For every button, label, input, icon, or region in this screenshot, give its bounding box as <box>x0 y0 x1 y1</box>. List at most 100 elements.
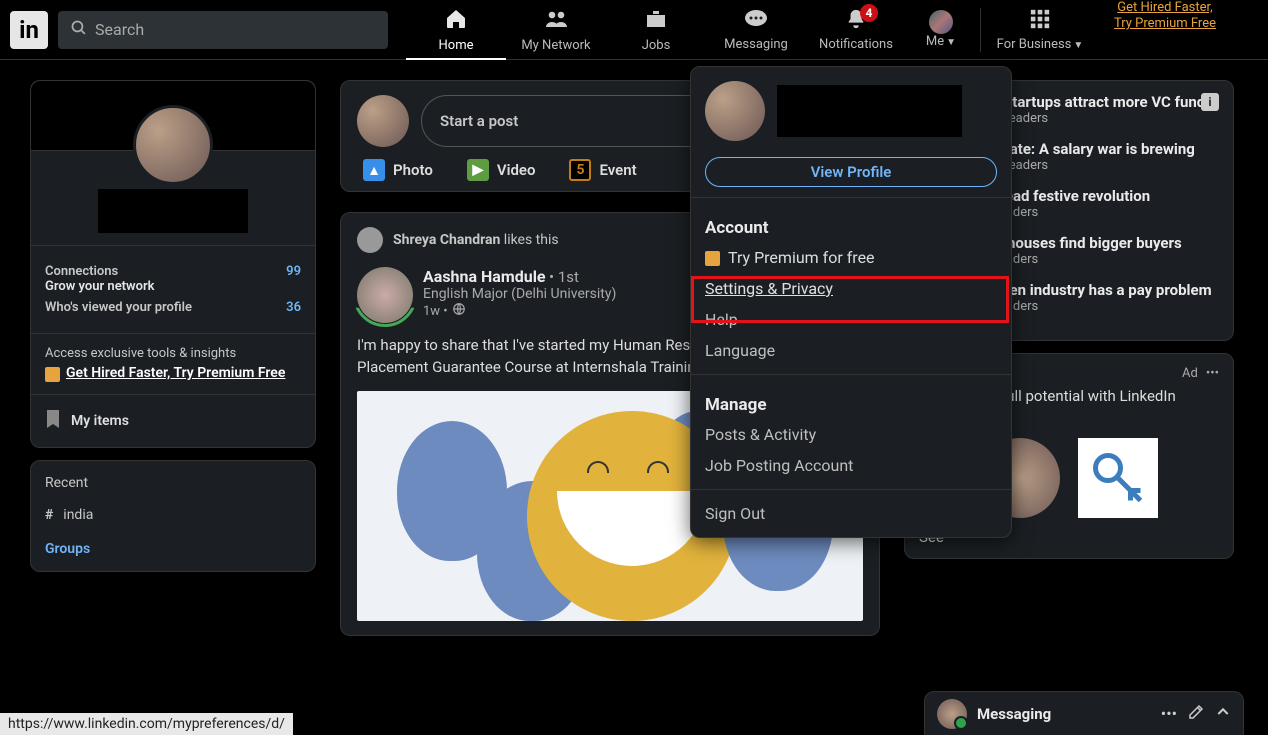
job-posting-link[interactable]: Job Posting Account <box>691 450 1011 481</box>
my-items-label: My items <box>71 413 129 429</box>
premium-line1: Get Hired Faster, <box>1095 0 1235 16</box>
viewed-count: 36 <box>286 300 301 315</box>
nav-messaging-label: Messaging <box>724 37 788 52</box>
info-icon[interactable]: i <box>1201 93 1219 111</box>
posts-activity-link[interactable]: Posts & Activity <box>691 419 1011 450</box>
ad-menu-icon[interactable]: ••• <box>1206 366 1219 381</box>
profile-views-row[interactable]: Who's viewed your profile 36 <box>45 300 301 315</box>
profile-avatar[interactable] <box>133 105 213 185</box>
key-icon <box>1078 438 1158 518</box>
nav-jobs[interactable]: Jobs <box>606 0 706 60</box>
nav-me-label: Me <box>926 34 944 49</box>
photo-label: Photo <box>393 161 433 179</box>
messaging-bar[interactable]: Messaging ••• <box>924 691 1244 735</box>
posts-label: Posts & Activity <box>705 425 816 444</box>
language-link[interactable]: Language <box>691 335 1011 366</box>
recent-header: Recent <box>45 475 301 491</box>
event-label: Event <box>599 161 636 179</box>
jobposting-label: Job Posting Account <box>705 456 853 475</box>
home-icon <box>444 7 468 36</box>
photo-icon: ▲ <box>363 159 385 181</box>
my-items-link[interactable]: My items <box>31 394 315 447</box>
connections-row[interactable]: Connections Grow your network 99 <box>45 264 301 294</box>
premium-intro: Access exclusive tools & insights <box>45 346 301 361</box>
nav-home-label: Home <box>439 38 474 53</box>
nav-notifications-label: Notifications <box>819 37 893 52</box>
recent-card: Recent # india Groups <box>30 460 316 572</box>
highlight-annotation <box>691 276 1009 323</box>
author-avatar <box>357 267 413 323</box>
dropdown-section-manage: Manage <box>691 383 1011 419</box>
author-degree: • 1st <box>549 268 579 286</box>
profile-card: Connections Grow your network 99 Who's v… <box>30 80 316 448</box>
nav-business-label: For Business <box>997 37 1072 52</box>
try-premium-label: Try Premium for free <box>728 248 875 267</box>
main-container: Connections Grow your network 99 Who's v… <box>0 60 1268 636</box>
caret-down-icon: ▼ <box>1073 40 1083 51</box>
view-profile-button[interactable]: View Profile <box>705 157 997 187</box>
messaging-icon <box>743 8 769 35</box>
language-label: Language <box>705 341 775 360</box>
left-sidebar: Connections Grow your network 99 Who's v… <box>30 80 316 636</box>
more-icon[interactable]: ••• <box>1161 704 1177 723</box>
open-to-work-ring <box>353 263 417 327</box>
messaging-avatar <box>937 699 967 729</box>
connections-count: 99 <box>286 264 301 294</box>
nav-bar: Home My Network Jobs Messaging 4 Notif <box>406 0 1235 60</box>
groups-link[interactable]: Groups <box>45 541 301 557</box>
premium-upsell[interactable]: Access exclusive tools & insights Get Hi… <box>31 333 315 394</box>
nav-business[interactable]: For Business▼ <box>985 0 1095 60</box>
nav-messaging[interactable]: Messaging <box>706 0 806 60</box>
post-event-button[interactable]: 5 Event <box>569 159 636 181</box>
dropdown-section-account: Account <box>691 206 1011 242</box>
nav-network[interactable]: My Network <box>506 0 606 60</box>
chevron-up-icon[interactable] <box>1215 704 1231 724</box>
nav-premium-cta[interactable]: Get Hired Faster, Try Premium Free <box>1095 0 1235 60</box>
nav-separator <box>980 8 981 52</box>
dropdown-avatar <box>705 81 765 141</box>
post-time: 1w • <box>423 304 448 319</box>
premium-cta-text: Get Hired Faster, Try Premium Free <box>66 365 285 382</box>
network-icon <box>544 7 568 36</box>
likes-suffix: likes this <box>500 232 558 248</box>
nav-me[interactable]: Me▼ <box>906 0 976 60</box>
notification-badge: 4 <box>860 4 878 22</box>
globe-icon <box>452 302 466 320</box>
caret-down-icon: ▼ <box>946 37 956 48</box>
video-icon: ▶ <box>467 159 489 181</box>
try-premium-link[interactable]: Try Premium for free <box>691 242 1011 273</box>
ad-label: Ad <box>1182 366 1198 381</box>
signout-label: Sign Out <box>705 504 765 523</box>
author-headline: English Major (Delhi University) <box>423 286 616 302</box>
premium-line2: Try Premium Free <box>1095 16 1235 33</box>
dropdown-name-redacted <box>777 85 962 137</box>
connections-label: Connections <box>45 264 155 279</box>
grow-network-label: Grow your network <box>45 279 155 294</box>
post-photo-button[interactable]: ▲ Photo <box>363 159 433 181</box>
video-label: Video <box>497 161 536 179</box>
recent-item[interactable]: # india <box>45 507 301 523</box>
nav-jobs-label: Jobs <box>642 38 671 53</box>
jobs-icon <box>644 7 668 36</box>
view-profile-label: View Profile <box>811 163 892 181</box>
nav-network-label: My Network <box>521 38 590 53</box>
sign-out-link[interactable]: Sign Out <box>691 498 1011 529</box>
profile-banner <box>31 81 315 151</box>
post-video-button[interactable]: ▶ Video <box>467 159 536 181</box>
nav-notifications[interactable]: 4 Notifications <box>806 0 906 60</box>
browser-status-bar: https://www.linkedin.com/mypreferences/d… <box>0 713 293 735</box>
search-placeholder: Search <box>95 20 144 39</box>
search-input[interactable]: Search <box>58 11 388 49</box>
grid-icon <box>1029 8 1051 35</box>
viewed-label: Who's viewed your profile <box>45 300 192 315</box>
compose-icon[interactable] <box>1187 703 1205 725</box>
bookmark-icon <box>45 409 61 433</box>
linkedin-logo[interactable]: in <box>10 11 48 49</box>
recent-item-label: india <box>63 507 93 523</box>
compose-avatar <box>357 95 409 147</box>
author-name: Aashna Hamdule <box>423 267 546 286</box>
premium-gold-icon <box>705 251 720 266</box>
premium-gold-icon <box>45 367 60 382</box>
messaging-title: Messaging <box>977 705 1151 723</box>
nav-home[interactable]: Home <box>406 0 506 60</box>
